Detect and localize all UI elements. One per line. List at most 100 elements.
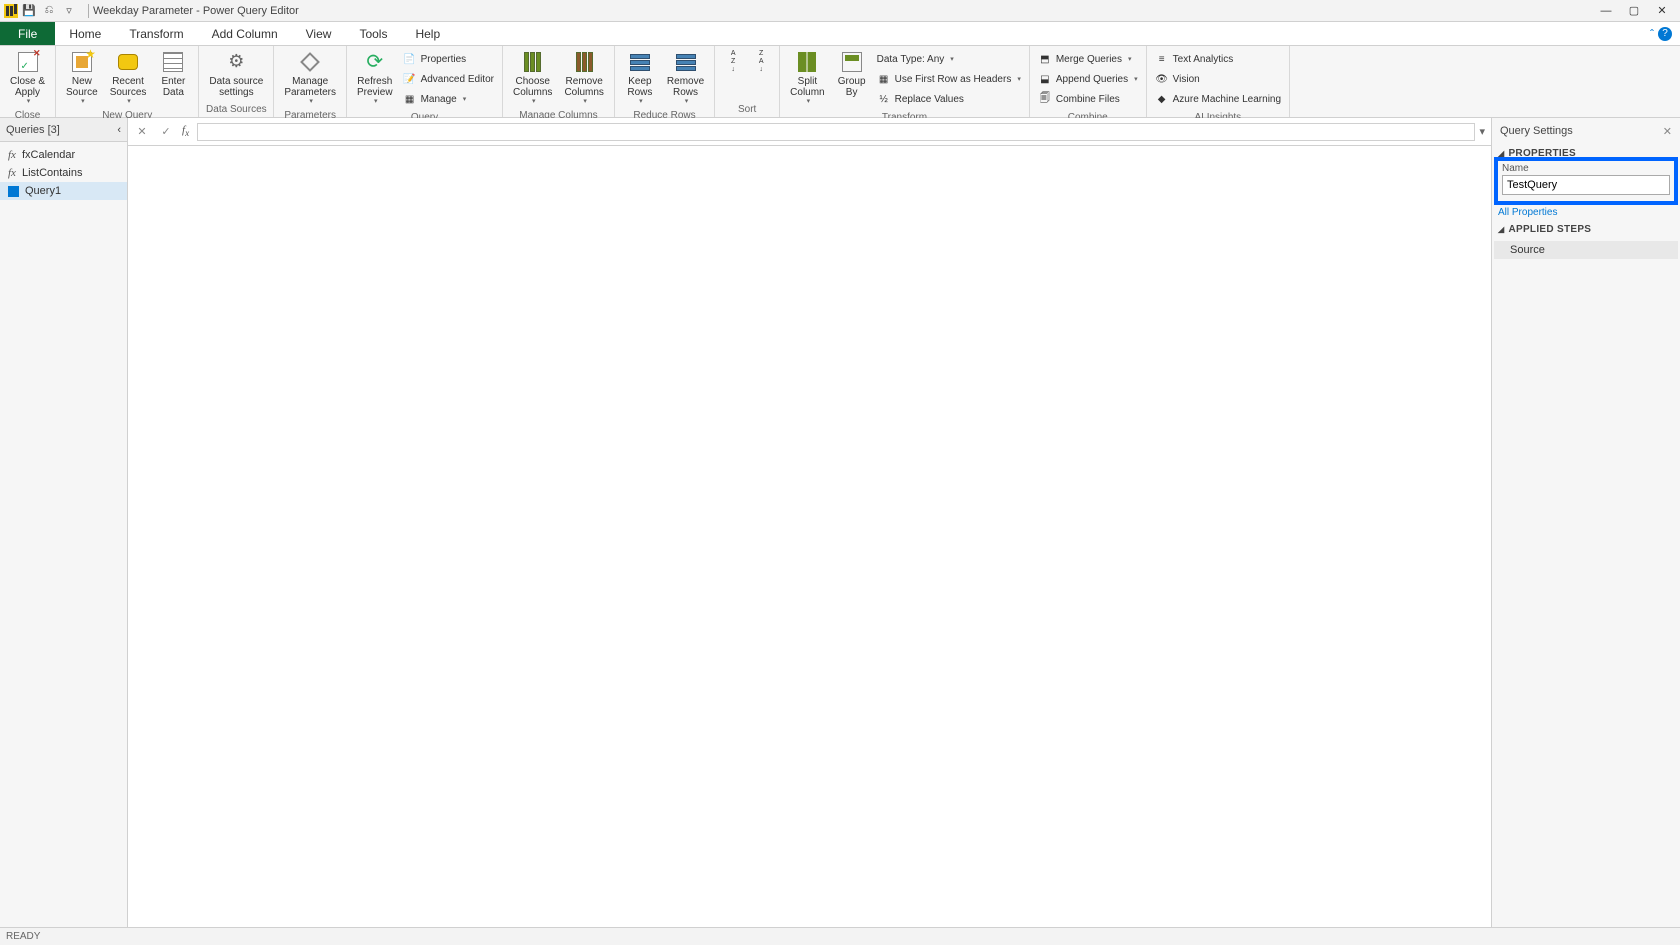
first-row-headers-button[interactable]: ▦Use First Row as Headers [877,70,1021,88]
formula-dropdown[interactable]: ▾ [1479,125,1485,138]
advanced-editor-button[interactable]: 📝Advanced Editor [403,70,494,88]
status-text: READY [6,931,40,942]
status-bar: READY [0,927,1680,945]
minimize-button[interactable]: — [1592,1,1620,21]
all-properties-link[interactable]: All Properties [1492,205,1680,220]
file-tab[interactable]: File [0,22,55,45]
merge-queries-button[interactable]: ⬒Merge Queries [1038,50,1138,68]
save-icon[interactable]: 💾 [22,4,36,18]
query-item-fxcalendar[interactable]: fxfxCalendar [0,146,127,164]
query-item-listcontains[interactable]: fxListContains [0,164,127,182]
group-data-sources: ⚙Data source settings Data Sources [199,46,274,117]
replace-values-button[interactable]: ½Replace Values [877,90,1021,108]
combine-files-button[interactable]: 🗐Combine Files [1038,90,1138,108]
manage-button[interactable]: ▦Manage [403,90,494,108]
text-analytics-button[interactable]: ≡Text Analytics [1155,50,1281,68]
group-transform: Split Column Group By Data Type: Any ▦Us… [780,46,1030,117]
group-label: Sort [715,104,779,117]
group-label: Data Sources [199,104,273,117]
enter-data-button[interactable]: Enter Data [152,48,194,100]
app-icon [4,4,18,18]
applied-steps-header[interactable]: ◢APPLIED STEPS [1492,220,1680,239]
settings-header: Query Settings ✕ [1492,118,1680,144]
tab-help[interactable]: Help [401,22,454,45]
fx-icon: fx [8,167,16,179]
properties-button[interactable]: 📄Properties [403,50,494,68]
ml-icon: ◆ [1155,92,1169,106]
cancel-formula-button[interactable]: ✕ [134,125,150,138]
redo-icon[interactable]: ▿ [62,4,76,18]
tab-tools[interactable]: Tools [345,22,401,45]
window-title: Weekday Parameter - Power Query Editor [93,5,299,17]
choose-columns-button[interactable]: Choose Columns [507,48,558,108]
menu-bar: File Home Transform Add Column View Tool… [0,22,1680,46]
sort-desc-button[interactable]: ZA↓ [747,48,775,78]
preview-area [128,146,1491,927]
query-item-query1[interactable]: Query1 [0,182,127,200]
close-button[interactable]: ✕ [1648,1,1676,21]
main-column: ✕ ✓ fx ▾ [128,118,1492,927]
group-sort: AZ↓ ZA↓ Sort [715,46,780,117]
maximize-button[interactable]: ▢ [1620,1,1648,21]
table-icon [8,186,19,197]
group-by-button[interactable]: Group By [831,48,873,100]
window-controls: — ▢ ✕ [1592,1,1676,21]
recent-sources-button[interactable]: Recent Sources [104,48,153,108]
text-analytics-icon: ≡ [1155,52,1169,66]
keep-rows-button[interactable]: Keep Rows [619,48,661,108]
azure-ml-button[interactable]: ◆Azure Machine Learning [1155,90,1281,108]
step-source[interactable]: Source [1494,241,1678,259]
group-parameters: Manage Parameters Parameters [274,46,347,117]
remove-rows-button[interactable]: Remove Rows [661,48,710,108]
tab-transform[interactable]: Transform [115,22,197,45]
undo-icon[interactable]: ⎌ [42,4,56,18]
table-icon: ▦ [877,72,891,86]
work-area: Queries [3] ‹ fxfxCalendar fxListContain… [0,118,1680,927]
data-type-button[interactable]: Data Type: Any [877,50,1021,68]
ribbon-collapse[interactable]: ˆ? [1642,22,1680,45]
ribbon: Close & Apply Close ★New Source Recent S… [0,46,1680,118]
append-icon: ⬓ [1038,72,1052,86]
merge-icon: ⬒ [1038,52,1052,66]
group-manage-columns: Choose Columns Remove Columns Manage Col… [503,46,615,117]
name-label: Name [1502,163,1670,174]
close-apply-button[interactable]: Close & Apply [4,48,51,108]
queries-pane: Queries [3] ‹ fxfxCalendar fxListContain… [0,118,128,927]
query-name-input[interactable] [1502,175,1670,195]
manage-parameters-button[interactable]: Manage Parameters [278,48,342,108]
group-query: ⟳Refresh Preview 📄Properties 📝Advanced E… [347,46,503,117]
close-settings-button[interactable]: ✕ [1663,125,1672,138]
tab-add-column[interactable]: Add Column [198,22,292,45]
quick-access-toolbar: 💾 ⎌ ▿ [22,4,76,18]
applied-steps-list: Source [1492,239,1680,261]
fx-icon: fx [8,149,16,161]
replace-icon: ½ [877,92,891,106]
group-combine: ⬒Merge Queries ⬓Append Queries 🗐Combine … [1030,46,1147,117]
formula-input[interactable] [197,123,1475,141]
queries-header[interactable]: Queries [3] ‹ [0,118,127,142]
refresh-preview-button[interactable]: ⟳Refresh Preview [351,48,399,108]
name-highlight-box: Name [1494,157,1678,205]
files-icon: 🗐 [1038,92,1052,106]
queries-title: Queries [3] [6,124,60,136]
tab-home[interactable]: Home [55,22,115,45]
new-source-button[interactable]: ★New Source [60,48,104,108]
group-new-query: ★New Source Recent Sources Enter Data Ne… [56,46,199,117]
sort-asc-button[interactable]: AZ↓ [719,48,747,78]
formula-bar: ✕ ✓ fx ▾ [128,118,1491,146]
collapse-icon[interactable]: ‹ [117,124,121,136]
divider [88,4,89,18]
settings-title: Query Settings [1500,125,1573,137]
append-queries-button[interactable]: ⬓Append Queries [1038,70,1138,88]
help-icon[interactable]: ? [1658,27,1672,41]
commit-formula-button[interactable]: ✓ [158,125,174,138]
properties-icon: 📄 [403,52,417,66]
query-settings-pane: Query Settings ✕ ◢PROPERTIES Name All Pr… [1492,118,1680,927]
data-source-settings-button[interactable]: ⚙Data source settings [203,48,269,100]
fx-icon: fx [182,124,189,138]
group-ai-insights: ≡Text Analytics 👁Vision ◆Azure Machine L… [1147,46,1290,117]
tab-view[interactable]: View [292,22,346,45]
split-column-button[interactable]: Split Column [784,48,830,108]
remove-columns-button[interactable]: Remove Columns [558,48,609,108]
vision-button[interactable]: 👁Vision [1155,70,1281,88]
